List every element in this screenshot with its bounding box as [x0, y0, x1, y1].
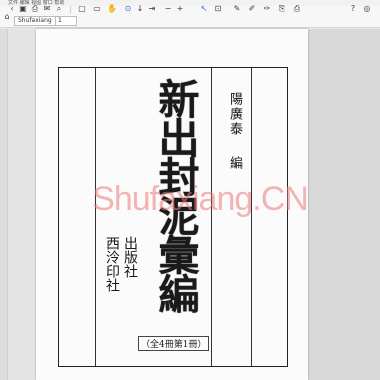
cursor-icon[interactable]: ↖: [200, 5, 208, 13]
navigation-pane[interactable]: [0, 29, 8, 380]
frame-divider: [95, 68, 96, 366]
cover-frame: 新出封泥彙編 陽廣泰 編 西泠印社 出版社 （全4冊第1冊）: [58, 67, 288, 367]
frame-divider: [211, 68, 212, 366]
search-icon[interactable]: ⌕: [55, 5, 63, 13]
author-role: 編: [227, 156, 242, 171]
home-icon[interactable]: ⌂: [3, 13, 11, 21]
page-up-icon[interactable]: ⊙: [124, 5, 132, 13]
volume-note: （全4冊第1冊）: [138, 336, 210, 351]
help-icon[interactable]: ?: [349, 5, 357, 13]
author-name: 陽廣泰: [227, 92, 242, 137]
frame-divider: [251, 68, 252, 366]
scroll-gutter[interactable]: [308, 29, 380, 380]
publisher-line-1: 西泠印社: [104, 236, 120, 292]
zoom-out-icon[interactable]: −: [164, 5, 172, 13]
zoom-in-icon[interactable]: +: [176, 5, 184, 13]
book-title: 新出封泥彙編: [151, 78, 199, 312]
user-icon[interactable]: ◎: [363, 5, 371, 13]
toolbar: ⌂ Shufaxiang ‹ ▣ ⎙ ✉ ⌕ 1 ▢ ▭ ✋ ⊙ ↓ ⇥ − +…: [0, 5, 380, 28]
mail-icon[interactable]: ✉: [43, 5, 51, 13]
share-icon[interactable]: ⎘: [278, 5, 286, 13]
print-icon-2[interactable]: ⎙: [293, 5, 301, 13]
save-icon[interactable]: ▣: [19, 5, 27, 13]
print-icon[interactable]: ⎙: [31, 5, 39, 13]
page-down-icon[interactable]: ↓: [136, 5, 144, 13]
publisher-line-2: 出版社: [122, 236, 138, 278]
hand-icon[interactable]: ✋: [107, 5, 117, 13]
highlight-icon[interactable]: ✐: [248, 5, 256, 13]
select-icon[interactable]: ▢: [78, 5, 86, 13]
page-number-field[interactable]: 1: [55, 16, 77, 26]
back-icon[interactable]: ‹: [8, 5, 16, 13]
marquee-icon[interactable]: ⊡: [214, 5, 222, 13]
text-select-icon[interactable]: ⇥: [148, 5, 156, 13]
pdf-page: 新出封泥彙編 陽廣泰 編 西泠印社 出版社 （全4冊第1冊）: [36, 29, 308, 380]
comment-icon[interactable]: ✎: [233, 5, 241, 13]
view-select[interactable]: Shufaxiang: [14, 16, 56, 26]
sign-icon[interactable]: ✑: [263, 5, 271, 13]
bookmark-icon[interactable]: ▭: [93, 5, 101, 13]
